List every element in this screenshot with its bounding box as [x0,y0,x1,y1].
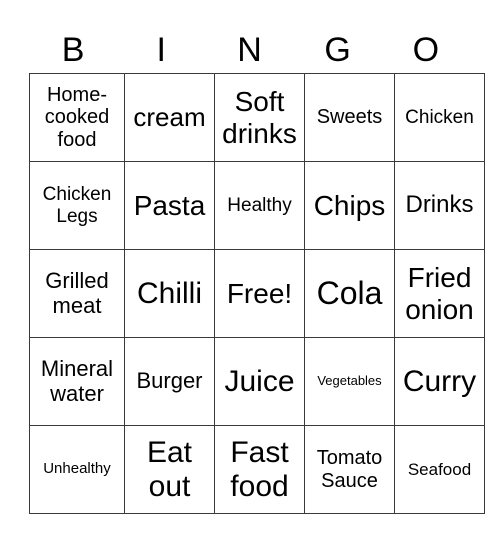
bingo-cell[interactable]: Vegetables [304,337,395,426]
grid-row: Home-cooked food cream Soft drinks Sweet… [29,73,485,162]
header-letter-n: N [237,31,262,69]
grid-row: Unhealthy Eat out Fast food Tomato Sauce… [29,425,485,514]
bingo-cell[interactable]: Chilli [124,249,215,338]
bingo-cell[interactable]: Unhealthy [29,425,125,514]
bingo-cell[interactable]: Pasta [124,161,215,250]
bingo-cell[interactable]: cream [124,73,215,162]
bingo-header: B I N G O [29,28,470,72]
bingo-cell[interactable]: Soft drinks [214,73,305,162]
bingo-cell[interactable]: Fried onion [394,249,485,338]
bingo-cell free-space[interactable]: Free! [214,249,305,338]
bingo-cell[interactable]: Home-cooked food [29,73,125,162]
bingo-cell[interactable]: Chips [304,161,395,250]
grid-row: Grilled meat Chilli Free! Cola Fried oni… [29,249,485,338]
grid-row: Chicken Legs Pasta Healthy Chips Drinks [29,161,485,250]
bingo-cell[interactable]: Healthy [214,161,305,250]
bingo-cell[interactable]: Sweets [304,73,395,162]
header-letter-o: O [412,31,440,69]
bingo-cell[interactable]: Grilled meat [29,249,125,338]
bingo-cell[interactable]: Drinks [394,161,485,250]
header-letter-g: G [324,31,351,69]
bingo-card-grid: Home-cooked food cream Soft drinks Sweet… [29,73,485,514]
bingo-cell[interactable]: Chicken [394,73,485,162]
bingo-cell[interactable]: Eat out [124,425,215,514]
bingo-cell[interactable]: Curry [394,337,485,426]
header-letter-b: B [61,31,85,69]
bingo-cell[interactable]: Cola [304,249,395,338]
bingo-cell[interactable]: Chicken Legs [29,161,125,250]
bingo-cell[interactable]: Tomato Sauce [304,425,395,514]
bingo-cell[interactable]: Mineral water [29,337,125,426]
header-letter-i: I [156,31,166,69]
bingo-cell[interactable]: Fast food [214,425,305,514]
grid-row: Mineral water Burger Juice Vegetables Cu… [29,337,485,426]
bingo-cell[interactable]: Juice [214,337,305,426]
bingo-cell[interactable]: Seafood [394,425,485,514]
bingo-cell[interactable]: Burger [124,337,215,426]
